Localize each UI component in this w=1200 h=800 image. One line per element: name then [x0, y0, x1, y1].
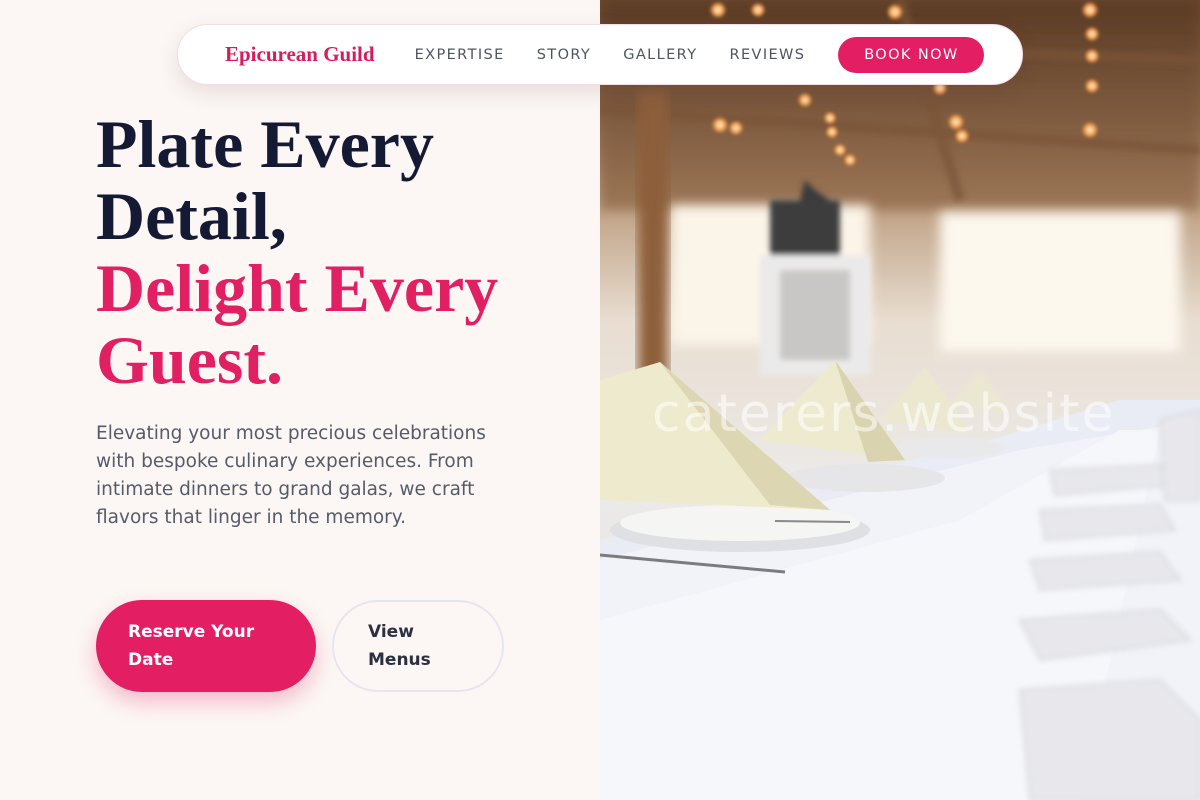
nav-link-story[interactable]: STORY — [537, 47, 591, 63]
headline-accent-line-1: Delight Every — [96, 250, 499, 326]
hero-photo: caterers.website — [600, 0, 1200, 800]
headline-line-2: Detail, — [96, 178, 287, 254]
hero-headline: Plate Every Detail, Delight Every Guest. — [96, 108, 596, 396]
reserve-date-button[interactable]: Reserve Your Date — [96, 600, 316, 692]
headline-accent-line-2: Guest. — [96, 322, 283, 398]
watermark-text: caterers.website — [652, 384, 1116, 444]
nav-link-gallery[interactable]: GALLERY — [623, 47, 697, 63]
main-nav: Epicurean Guild EXPERTISE STORY GALLERY … — [177, 24, 1023, 85]
nav-link-expertise[interactable]: EXPERTISE — [415, 47, 505, 63]
headline-line-1: Plate Every — [96, 106, 434, 182]
book-now-button[interactable]: BOOK NOW — [838, 36, 985, 73]
nav-link-reviews[interactable]: REVIEWS — [729, 47, 805, 63]
brand-logo[interactable]: Epicurean Guild — [225, 42, 375, 67]
view-menus-button[interactable]: View Menus — [332, 600, 504, 692]
hero-description: Elevating your most precious celebration… — [96, 423, 486, 528]
